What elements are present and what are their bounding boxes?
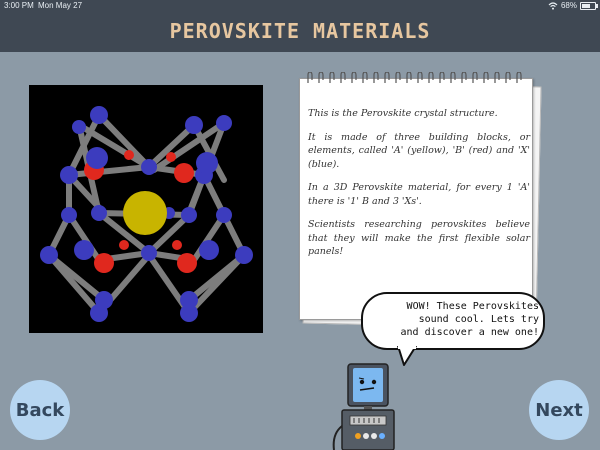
notebook-page: This is the Perovskite crystal structure… (299, 72, 533, 320)
speech-line: sound cool. Lets try (418, 314, 539, 325)
notebook-text: This is the Perovskite crystal structure… (308, 107, 530, 269)
title-bar: PEROVSKITE MATERIALS (0, 12, 600, 52)
page-title: PEROVSKITE MATERIALS (169, 19, 431, 43)
status-right: 68% (548, 1, 598, 10)
notebook-paragraph: It is made of three building blocks, or … (308, 131, 530, 170)
notebook: This is the Perovskite crystal structure… (299, 72, 542, 329)
battery-icon (580, 1, 598, 10)
speech-line: WOW! These Perovskites (406, 301, 539, 312)
speech-bubble-text: WOW! These Perovskites sound cool. Lets … (369, 300, 539, 339)
notebook-paragraph: In a 3D Perovskite material, for every 1… (308, 182, 530, 207)
wifi-icon (548, 1, 558, 10)
battery-percent: 68% (560, 1, 577, 10)
spiral-rings-icon (307, 72, 522, 83)
perovskite-crystal-image (29, 85, 263, 333)
status-date: Mon May 27 (38, 1, 83, 10)
notebook-paragraph: Scientists researching perovskites belie… (308, 219, 530, 257)
robot-mascot-icon (332, 363, 395, 450)
notebook-paragraph: This is the Perovskite crystal structure… (308, 108, 498, 119)
speech-line: and discover a new one! (400, 327, 539, 338)
speech-bubble: WOW! These Perovskites sound cool. Lets … (361, 292, 545, 350)
next-button[interactable]: Next (529, 380, 589, 440)
status-time: 3:00 PM (4, 1, 34, 10)
back-button[interactable]: Back (10, 380, 70, 440)
status-bar: 3:00 PM Mon May 27 68% (0, 0, 600, 12)
